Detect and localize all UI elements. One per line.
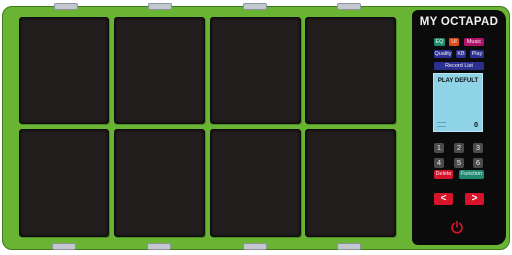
drum-pad-6[interactable] — [114, 129, 205, 237]
prev-button[interactable]: < — [434, 193, 453, 205]
power-icon[interactable] — [450, 220, 464, 234]
drum-pad-5[interactable] — [19, 129, 109, 237]
drum-pad-3[interactable] — [210, 17, 301, 124]
eq-button[interactable]: EQ — [434, 38, 445, 46]
drum-pad-8[interactable] — [305, 129, 396, 237]
drum-pad-1[interactable] — [19, 17, 109, 124]
next-button[interactable]: > — [465, 193, 484, 205]
drum-pad-4[interactable] — [305, 17, 396, 124]
bottom-tab-4 — [337, 243, 361, 250]
delete-button[interactable]: Delete — [434, 170, 453, 179]
ui-button[interactable]: UI — [449, 38, 459, 46]
record-list-button[interactable]: Record List — [434, 62, 484, 70]
control-panel: MY OCTAPAD EQ UI Music Quality KB Play R… — [412, 10, 506, 245]
top-tab-1 — [54, 3, 78, 10]
quality-button[interactable]: Quality — [434, 50, 452, 58]
bottom-tab-1 — [52, 243, 76, 250]
number-button-2[interactable]: 2 — [454, 143, 464, 153]
top-tab-3 — [243, 3, 267, 10]
display-screen: PLAY DEFULT 0 — [433, 73, 483, 132]
music-button[interactable]: Music — [464, 38, 484, 46]
display-mode: PLAY DEFULT — [437, 78, 479, 84]
bottom-tab-2 — [147, 243, 171, 250]
drum-pad-7[interactable] — [210, 129, 301, 237]
display-count: 0 — [474, 122, 478, 129]
function-button[interactable]: Function — [459, 170, 484, 179]
app-title: MY OCTAPAD — [419, 16, 499, 28]
top-tab-2 — [148, 3, 172, 10]
number-button-6[interactable]: 6 — [473, 158, 483, 168]
drum-pad-2[interactable] — [114, 17, 205, 124]
kb-button[interactable]: KB — [456, 50, 466, 58]
number-button-4[interactable]: 4 — [434, 158, 444, 168]
bottom-tab-3 — [243, 243, 267, 250]
number-button-5[interactable]: 5 — [454, 158, 464, 168]
number-button-1[interactable]: 1 — [434, 143, 444, 153]
number-button-3[interactable]: 3 — [473, 143, 483, 153]
top-tab-4 — [337, 3, 361, 10]
play-button[interactable]: Play — [470, 50, 484, 58]
scroll-indicator-icon — [437, 122, 446, 127]
